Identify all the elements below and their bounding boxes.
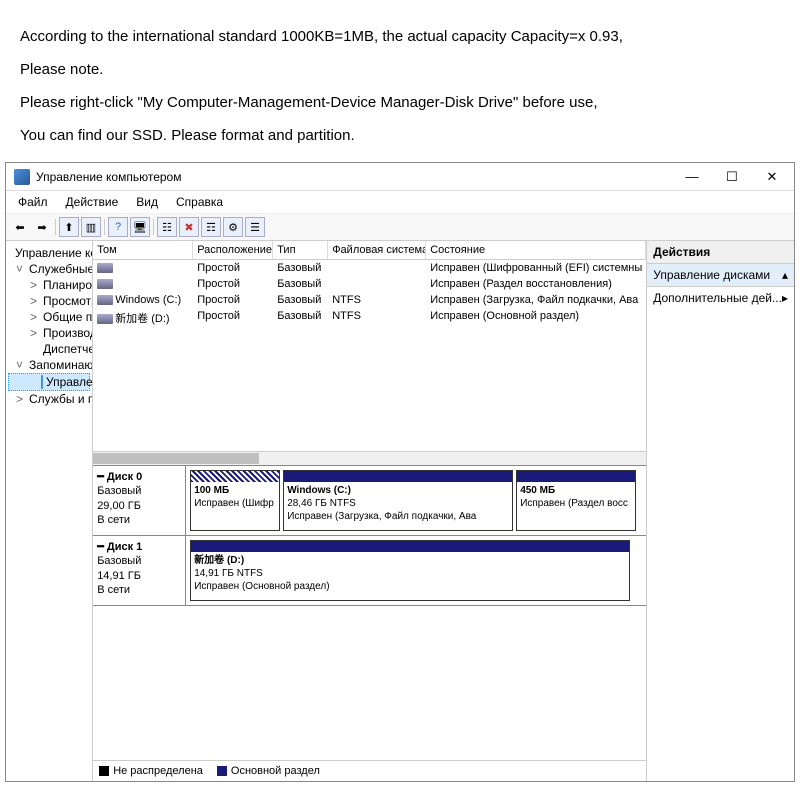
- legend-unallocated-swatch: [99, 766, 109, 776]
- tree-storage[interactable]: ˅Запоминающие устройст: [8, 357, 90, 373]
- disk-info: ━ Диск 0Базовый29,00 ГБВ сети: [93, 466, 186, 535]
- disk-row[interactable]: ━ Диск 1Базовый14,91 ГБВ сети新加卷 (D:)14,…: [93, 536, 646, 606]
- volume-row[interactable]: Windows (C:)ПростойБазовыйNTFSИсправен (…: [93, 292, 646, 308]
- tree-performance[interactable]: ˃Производительность: [8, 325, 90, 341]
- legend-primary-swatch: [217, 766, 227, 776]
- disk-row[interactable]: ━ Диск 0Базовый29,00 ГБВ сети100 МБИспра…: [93, 466, 646, 536]
- tree-system-tools[interactable]: ˅Служебные программы: [8, 261, 90, 277]
- volume-row[interactable]: ПростойБазовыйИсправен (Шифрованный (EFI…: [93, 260, 646, 276]
- volume-row[interactable]: 新加卷 (D:)ПростойБазовыйNTFSИсправен (Осно…: [93, 308, 646, 328]
- disk-info: ━ Диск 1Базовый14,91 ГБВ сети: [93, 536, 186, 605]
- menu-action[interactable]: Действие: [58, 193, 127, 211]
- col-status[interactable]: Состояние: [426, 241, 646, 259]
- settings-button[interactable]: ⚙: [223, 217, 243, 237]
- volume-row[interactable]: ПростойБазовыйИсправен (Раздел восстанов…: [93, 276, 646, 292]
- tree-shared-folders[interactable]: ˃Общие папки: [8, 309, 90, 325]
- actions-pane: Действия Управление дисками▴ Дополнитель…: [647, 241, 794, 781]
- disk-mgmt-icon: [41, 375, 43, 389]
- col-type[interactable]: Тип: [273, 241, 328, 259]
- intro-text: According to the international standard …: [0, 0, 800, 162]
- menu-help[interactable]: Справка: [168, 193, 231, 211]
- maximize-button[interactable]: ☐: [712, 164, 752, 190]
- minimize-button[interactable]: —: [672, 164, 712, 190]
- back-button[interactable]: ⬅: [10, 217, 30, 237]
- disk-graphical-view[interactable]: ━ Диск 0Базовый29,00 ГБВ сети100 МБИспра…: [93, 465, 646, 760]
- chevron-right-icon: ▸: [782, 291, 788, 305]
- actions-section[interactable]: Управление дисками▴: [647, 264, 794, 287]
- up-button[interactable]: ⬆: [59, 217, 79, 237]
- partition[interactable]: 新加卷 (D:)14,91 ГБ NTFSИсправен (Основной …: [190, 540, 630, 601]
- col-volume[interactable]: Том: [93, 241, 193, 259]
- nav-tree[interactable]: Управление компьютером (л ˅Служебные про…: [6, 241, 93, 781]
- view-top-button[interactable]: ☷: [157, 217, 177, 237]
- properties-button[interactable]: ☶: [201, 217, 221, 237]
- computer-management-window: Управление компьютером — ☐ ✕ Файл Действ…: [5, 162, 795, 782]
- toolbar: ⬅ ➡ ⬆ ▥ ? 🖥 ☷ ✖ ☶ ⚙ ☰: [6, 214, 794, 241]
- tree-event-viewer[interactable]: ˃Просмотр событий: [8, 293, 90, 309]
- view-bottom-button[interactable]: ✖: [179, 217, 199, 237]
- center-pane: Том Расположение Тип Файловая система Со…: [93, 241, 647, 781]
- h-scrollbar[interactable]: [93, 451, 646, 465]
- col-layout[interactable]: Расположение: [193, 241, 273, 259]
- window-title: Управление компьютером: [36, 170, 672, 184]
- actions-header: Действия: [647, 241, 794, 264]
- tree-root[interactable]: Управление компьютером (л: [8, 245, 90, 261]
- volume-list-header[interactable]: Том Расположение Тип Файловая система Со…: [93, 241, 646, 260]
- more-button[interactable]: ☰: [245, 217, 265, 237]
- partition[interactable]: 100 МБИсправен (Шифр: [190, 470, 280, 531]
- partition[interactable]: 450 МБИсправен (Раздел восс: [516, 470, 636, 531]
- tree-device-manager[interactable]: Диспетчер устройств: [8, 341, 90, 357]
- scrollbar-thumb[interactable]: [93, 453, 259, 464]
- partition[interactable]: Windows (C:)28,46 ГБ NTFSИсправен (Загру…: [283, 470, 513, 531]
- show-hide-button[interactable]: ▥: [81, 217, 101, 237]
- collapse-icon: ▴: [782, 268, 788, 282]
- col-fs[interactable]: Файловая система: [328, 241, 426, 259]
- tree-disk-management[interactable]: Управление дисками: [8, 373, 90, 391]
- menu-file[interactable]: Файл: [10, 193, 56, 211]
- tree-task-scheduler[interactable]: ˃Планировщик задани: [8, 277, 90, 293]
- volume-list[interactable]: ПростойБазовыйИсправен (Шифрованный (EFI…: [93, 260, 646, 465]
- help-button[interactable]: ?: [108, 217, 128, 237]
- app-icon: [14, 169, 30, 185]
- close-button[interactable]: ✕: [752, 164, 792, 190]
- titlebar[interactable]: Управление компьютером — ☐ ✕: [6, 163, 794, 191]
- forward-button[interactable]: ➡: [32, 217, 52, 237]
- tree-services[interactable]: ˃Службы и приложения: [8, 391, 90, 407]
- menubar: Файл Действие Вид Справка: [6, 191, 794, 214]
- refresh-button[interactable]: 🖥: [130, 217, 150, 237]
- menu-view[interactable]: Вид: [128, 193, 166, 211]
- legend: Не распределена Основной раздел: [93, 760, 646, 781]
- actions-more[interactable]: Дополнительные дей...▸: [647, 287, 794, 309]
